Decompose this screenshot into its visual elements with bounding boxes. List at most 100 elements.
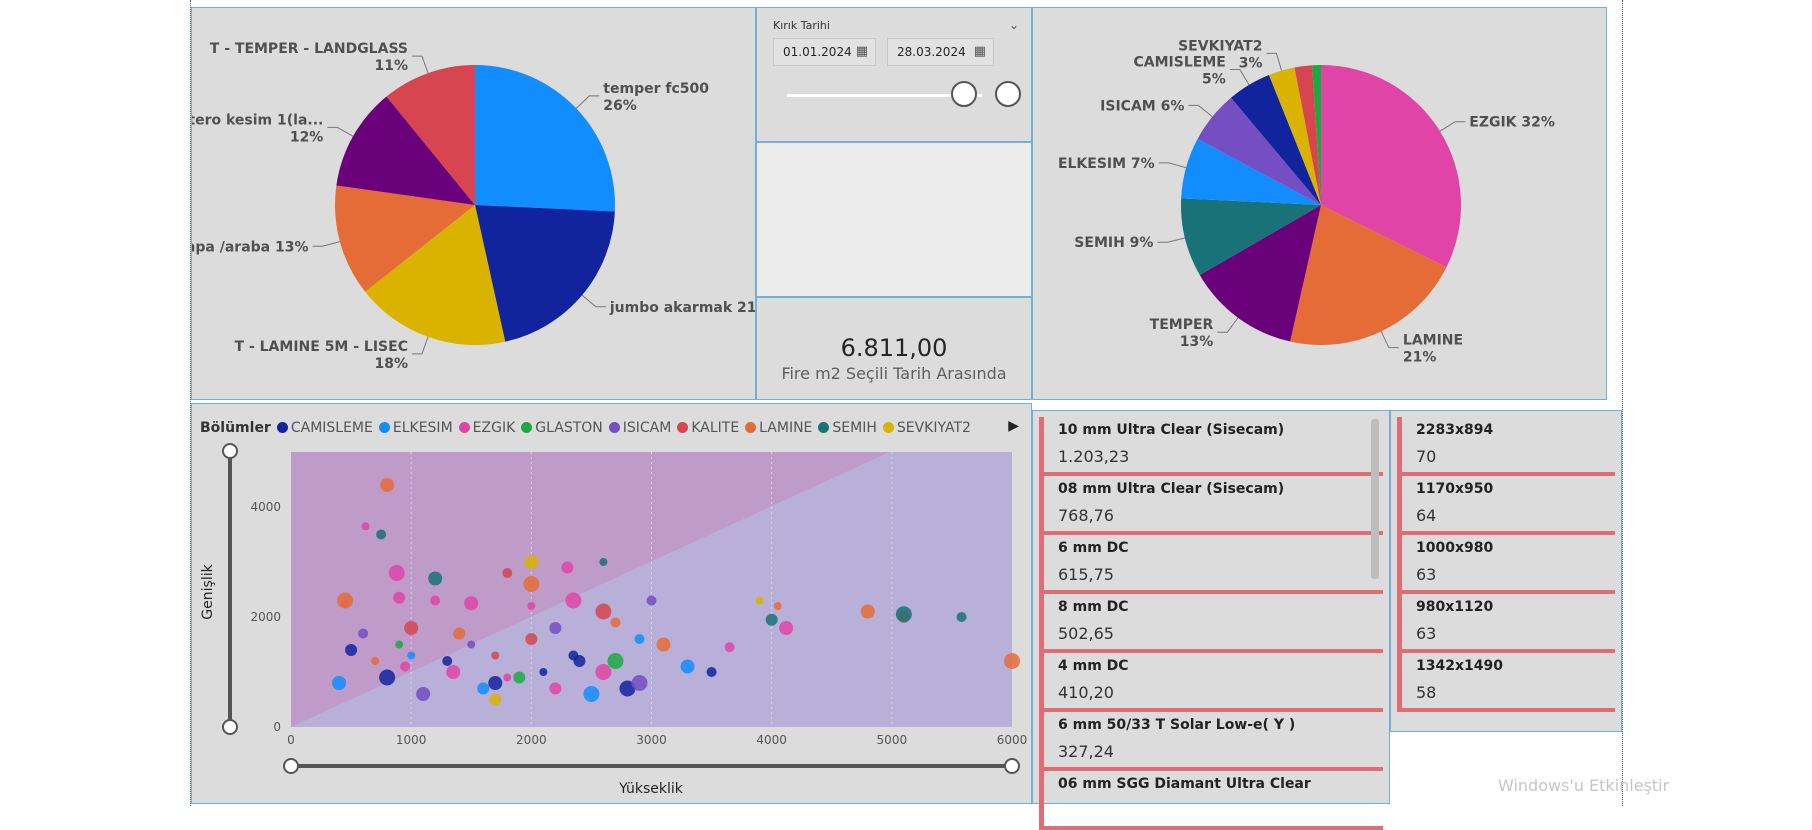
size-row[interactable]: 1170x950 64 xyxy=(1397,476,1615,535)
right-pie-chart[interactable]: EZGIK 32% LAMINE21% TEMPER13% SEMIH 9% ELKES… xyxy=(1033,8,1606,399)
legend-item[interactable]: CAMISLEME xyxy=(276,420,373,436)
calendar-icon[interactable]: ▦ xyxy=(856,39,868,65)
legend-item[interactable]: KALITE xyxy=(677,420,739,436)
scatter-point[interactable] xyxy=(442,656,453,666)
scatter-point[interactable] xyxy=(404,621,419,635)
scatter-point[interactable] xyxy=(860,604,875,619)
size-row[interactable]: 980x1120 63 xyxy=(1397,594,1615,653)
scatter-point[interactable] xyxy=(706,667,717,677)
scatter-chart[interactable]: 0 1000 2000 3000 4000 5000 6000 0 2000 4000 Yüksek… xyxy=(192,404,1031,803)
legend-item[interactable]: LAMINE xyxy=(745,420,812,436)
glass-type-row[interactable]: 8 mm DC 502,65 xyxy=(1039,594,1383,653)
scatter-point[interactable] xyxy=(388,565,405,581)
size-row[interactable]: 1000x980 63 xyxy=(1397,535,1615,594)
scatter-point[interactable] xyxy=(446,665,461,679)
scatter-point[interactable] xyxy=(361,522,370,531)
scatter-point[interactable] xyxy=(400,661,411,672)
scatter-point[interactable] xyxy=(527,602,536,610)
scatter-point[interactable] xyxy=(549,622,562,634)
scatter-point[interactable] xyxy=(337,592,354,609)
y-range-handle-top[interactable] xyxy=(222,443,238,459)
scatter-point[interactable] xyxy=(524,555,539,569)
start-date-input[interactable]: 01.01.2024 ▦ xyxy=(773,38,876,66)
scatter-point[interactable] xyxy=(631,675,648,691)
x-range-handle-left[interactable] xyxy=(283,758,299,774)
legend-next-arrow-icon[interactable]: ▶ xyxy=(1008,418,1019,434)
scatter-point[interactable] xyxy=(371,657,380,665)
scatter-point[interactable] xyxy=(332,676,347,690)
size-list[interactable]: 2283x894 70 1170x950 64 1000x980 63 980x1120 63… xyxy=(1390,410,1622,732)
scatter-point[interactable] xyxy=(502,568,513,578)
scatter-point[interactable] xyxy=(610,617,621,628)
glass-type-list[interactable]: 10 mm Ultra Clear (Sisecam) 1.203,23 08 mm… xyxy=(1032,410,1390,830)
scatter-point[interactable] xyxy=(407,651,416,660)
scatter-point[interactable] xyxy=(503,673,512,682)
scatter-point[interactable] xyxy=(724,642,735,653)
date-slicer[interactable]: Kırık Tarihi ⌄ 01.01.2024 ▦ 28.03.2024 ▦ xyxy=(756,7,1032,142)
scatter-point[interactable] xyxy=(755,596,764,605)
legend-item[interactable]: GLASTON xyxy=(521,420,603,436)
left-pie-card[interactable]: temper fc500 26% jumbo akarmak 21% T - LAMI… xyxy=(162,7,771,400)
scatter-point[interactable] xyxy=(773,602,782,610)
scatter-point[interactable] xyxy=(549,682,562,695)
scatter-point[interactable] xyxy=(430,595,441,606)
scatter-point[interactable] xyxy=(680,659,695,674)
scatter-point[interactable] xyxy=(477,682,490,695)
scatter-point[interactable] xyxy=(599,558,608,566)
scatter-point[interactable] xyxy=(595,603,612,620)
date-slider-end-handle[interactable] xyxy=(995,81,1021,107)
kpi-card[interactable]: 6.811,00 Fire m2 Seçili Tarih Arasında xyxy=(756,297,1032,400)
x-range-handle-right[interactable] xyxy=(1004,758,1020,774)
scatter-point[interactable] xyxy=(491,651,500,660)
scrollbar[interactable] xyxy=(1371,419,1379,579)
scatter-point[interactable] xyxy=(467,640,476,649)
scatter-point[interactable] xyxy=(561,561,574,574)
scatter-point[interactable] xyxy=(395,640,404,649)
left-pie-chart[interactable]: temper fc50026% jumbo akarmak 21% T - LAMI… xyxy=(162,8,771,399)
scatter-card[interactable]: Bölümler CAMISLEME ELKESIM EZGIK GLASTON ISIC… xyxy=(191,403,1032,804)
left-pie-slice[interactable] xyxy=(475,65,615,212)
scatter-point[interactable] xyxy=(513,671,526,684)
glass-type-row[interactable]: 10 mm Ultra Clear (Sisecam) 1.203,23 xyxy=(1039,417,1383,476)
scatter-point[interactable] xyxy=(646,595,657,606)
legend-item[interactable]: EZGIK xyxy=(458,420,515,436)
end-date-input[interactable]: 28.03.2024 ▦ xyxy=(887,38,994,66)
date-slider-start-handle[interactable] xyxy=(951,81,978,107)
y-range-handle-bottom[interactable] xyxy=(222,719,238,735)
scatter-point[interactable] xyxy=(489,693,502,706)
legend-item[interactable]: SEVKIYAT2 xyxy=(882,420,971,436)
scatter-point[interactable] xyxy=(416,687,431,701)
scatter-point[interactable] xyxy=(380,478,395,492)
scatter-point[interactable] xyxy=(568,650,579,661)
scatter-point[interactable] xyxy=(523,576,540,592)
glass-type-row[interactable]: 08 mm Ultra Clear (Sisecam) 768,76 xyxy=(1039,476,1383,535)
calendar-icon[interactable]: ▦ xyxy=(974,39,986,65)
scatter-point[interactable] xyxy=(488,676,503,690)
scatter-point[interactable] xyxy=(779,621,794,635)
glass-type-row[interactable]: 06 mm SGG Diamant Ultra Clear xyxy=(1039,771,1383,830)
right-pie-card[interactable]: EZGIK 32% LAMINE 21% TEMPER 13% SEMIH 9% ELKES… xyxy=(1032,7,1607,400)
scatter-point[interactable] xyxy=(539,668,548,676)
legend-item[interactable]: SEMIH xyxy=(818,420,877,436)
chevron-down-icon[interactable]: ⌄ xyxy=(1009,18,1019,32)
scatter-point[interactable] xyxy=(607,653,624,669)
scatter-point[interactable] xyxy=(656,637,671,652)
scatter-point[interactable] xyxy=(358,628,369,639)
legend-item[interactable]: ELKESIM xyxy=(378,420,453,436)
glass-type-row[interactable]: 4 mm DC 410,20 xyxy=(1039,653,1383,712)
legend-item[interactable]: ISICAM xyxy=(608,420,671,436)
scatter-point[interactable] xyxy=(379,669,396,686)
scatter-point[interactable] xyxy=(464,596,479,611)
scatter-point[interactable] xyxy=(453,627,466,640)
scatter-point[interactable] xyxy=(565,592,582,609)
scatter-point[interactable] xyxy=(376,529,387,540)
scatter-point[interactable] xyxy=(583,686,600,702)
size-row[interactable]: 2283x894 70 xyxy=(1397,417,1615,476)
scatter-point[interactable] xyxy=(428,571,443,586)
scatter-point[interactable] xyxy=(895,606,912,623)
scatter-point[interactable] xyxy=(595,664,612,680)
scatter-point[interactable] xyxy=(634,634,645,644)
scatter-point[interactable] xyxy=(345,644,358,656)
scatter-point[interactable] xyxy=(956,612,967,622)
glass-type-row[interactable]: 6 mm 50/33 T Solar Low-e( Y ) 327,24 xyxy=(1039,712,1383,771)
